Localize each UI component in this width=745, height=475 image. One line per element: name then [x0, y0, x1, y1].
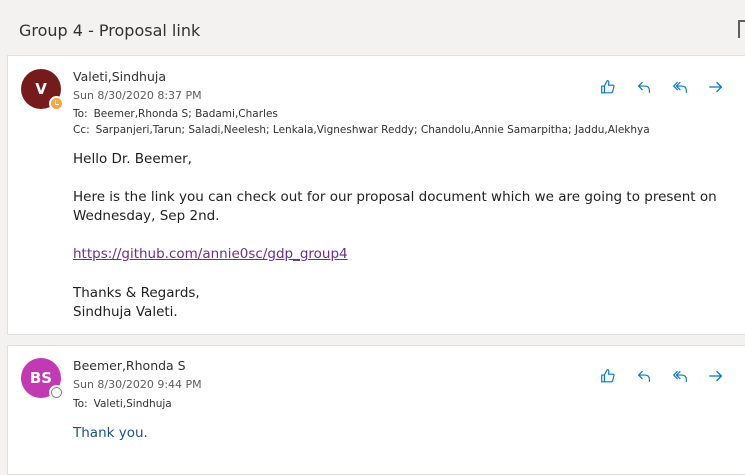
to-recipients[interactable]: Beemer,Rhonda S; Badami,Charles	[94, 108, 278, 120]
avatar-initials: V	[35, 80, 47, 98]
to-label: To:	[73, 398, 88, 410]
cc-label: Cc:	[73, 124, 90, 136]
sender-name[interactable]: Valeti,Sindhuja	[73, 69, 166, 84]
message-body: Thank you.	[73, 425, 148, 441]
like-icon	[601, 369, 615, 383]
cc-line: Cc: Sarpanjeri,Tarun; Saladi,Neelesh; Len…	[73, 124, 650, 136]
body-paragraph-cont: Wednesday, Sep 2nd.	[73, 208, 220, 224]
message-date: Sun 8/30/2020 8:37 PM	[73, 89, 202, 102]
reply-all-icon	[673, 370, 687, 382]
proposal-link[interactable]: https://github.com/annie0sc/gdp_group4	[73, 245, 348, 264]
message-actions	[595, 74, 729, 100]
sender-name[interactable]: Beemer,Rhonda S	[73, 358, 186, 373]
presence-away-icon	[49, 96, 64, 111]
reply-button[interactable]	[631, 74, 657, 100]
body-paragraph: Here is the link you can check out for o…	[73, 189, 717, 205]
message-card[interactable]: BS Beemer,Rhonda S Sun 8/30/2020 9:44 PM…	[7, 345, 745, 475]
reply-icon	[638, 370, 650, 382]
like-icon	[601, 80, 615, 94]
reply-icon	[638, 81, 650, 93]
toolbar-edge-icon[interactable]	[738, 20, 745, 38]
to-line: To: Beemer,Rhonda S; Badami,Charles	[73, 108, 278, 120]
message-actions	[595, 363, 729, 389]
signature: Sindhuja Valeti.	[73, 304, 178, 320]
forward-button[interactable]	[703, 363, 729, 389]
to-label: To:	[73, 108, 88, 120]
thread-subject: Group 4 - Proposal link	[19, 21, 201, 40]
to-recipients[interactable]: Valeti,Sindhuja	[94, 398, 172, 410]
presence-offline-icon	[49, 385, 64, 400]
closing: Thanks & Regards,	[73, 285, 200, 301]
avatar[interactable]: BS	[21, 358, 64, 400]
message-date: Sun 8/30/2020 9:44 PM	[73, 378, 202, 391]
greeting: Hello Dr. Beemer,	[73, 151, 192, 167]
cc-recipients[interactable]: Sarpanjeri,Tarun; Saladi,Neelesh; Lenkal…	[96, 124, 650, 136]
reply-button[interactable]	[631, 363, 657, 389]
like-button[interactable]	[595, 363, 621, 389]
forward-button[interactable]	[703, 74, 729, 100]
reply-all-button[interactable]	[667, 74, 693, 100]
like-button[interactable]	[595, 74, 621, 100]
to-line: To: Valeti,Sindhuja	[73, 398, 172, 410]
avatar-initials: BS	[29, 369, 53, 387]
forward-icon	[709, 370, 723, 382]
reply-all-icon	[673, 81, 687, 93]
reply-all-button[interactable]	[667, 363, 693, 389]
avatar[interactable]: V	[21, 69, 64, 111]
forward-icon	[709, 81, 723, 93]
message-card[interactable]: V Valeti,Sindhuja Sun 8/30/2020 8:37 PM …	[7, 55, 745, 335]
